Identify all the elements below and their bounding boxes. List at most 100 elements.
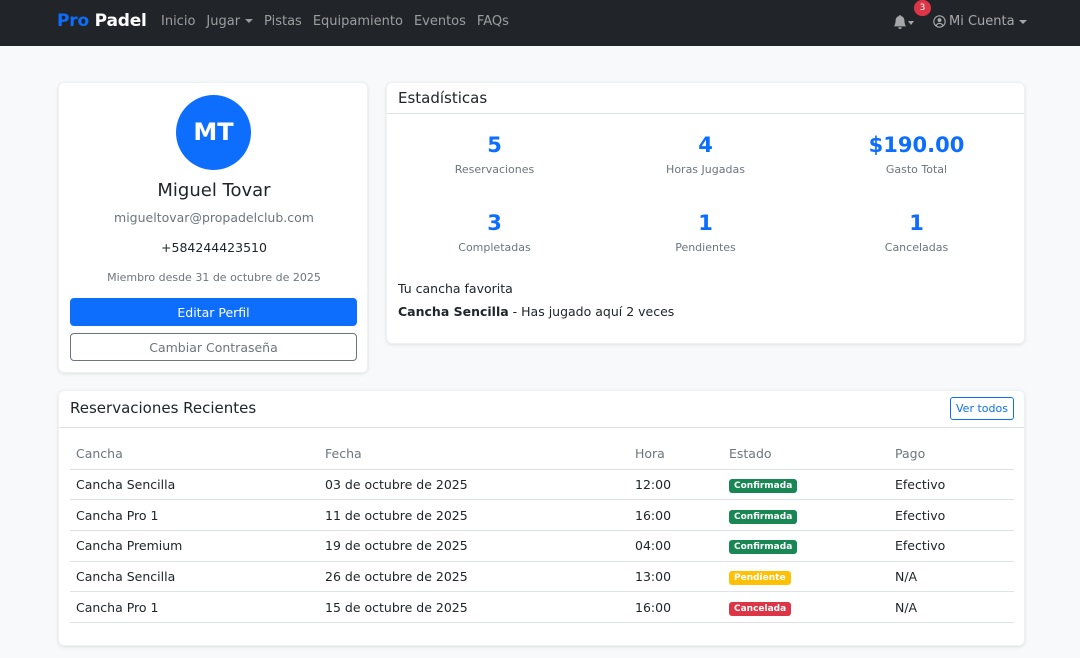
chevron-down-icon (1018, 19, 1027, 24)
cell-court: Cancha Sencilla (70, 561, 319, 593)
cell-status: Pendiente (723, 561, 889, 593)
chevron-down-icon (908, 21, 914, 25)
stat-label: Completadas (458, 241, 531, 254)
edit-profile-button[interactable]: Editar Perfil (70, 298, 357, 326)
cell-time: 16:00 (629, 499, 723, 531)
nav-link-jugar-label: Jugar (206, 14, 241, 29)
cell-court: Cancha Pro 1 (70, 591, 319, 623)
stat-value: $190.00 (868, 133, 965, 157)
avatar: MT (176, 95, 251, 170)
brand-logo[interactable]: Pro Padel (57, 11, 147, 31)
stat-value: 1 (909, 211, 924, 235)
table-header-row: Cancha Fecha Hora Estado Pago (70, 438, 1014, 470)
table-row: Cancha Sencilla 26 de octubre de 2025 13… (70, 561, 1014, 593)
stat-label: Pendientes (675, 241, 736, 254)
profile-email: migueltovar@propadelclub.com (114, 210, 314, 225)
cell-payment: Efectivo (889, 499, 1014, 531)
nav-link-faqs[interactable]: FAQs (477, 14, 509, 29)
profile-member-since: Miembro desde 31 de octubre de 2025 (107, 271, 321, 284)
stats-header: Estadísticas (387, 83, 1024, 114)
nav-link-jugar[interactable]: Jugar (206, 14, 254, 29)
stats-card: Estadísticas 5 Reservaciones 4 Horas Jug… (386, 82, 1025, 344)
cell-time: 16:00 (629, 591, 723, 623)
stat-completadas: 3 Completadas (389, 211, 600, 254)
table-row: Cancha Pro 1 11 de octubre de 2025 16:00… (70, 499, 1014, 531)
stat-horas-jugadas: 4 Horas Jugadas (600, 133, 811, 176)
notification-count-badge: 3 (914, 0, 931, 16)
favorite-court-name: Cancha Sencilla (398, 304, 509, 319)
brand-part-padel: Padel (94, 11, 147, 31)
cell-status: Confirmada (723, 469, 889, 501)
table-row: Cancha Premium 19 de octubre de 2025 04:… (70, 530, 1014, 562)
stat-value: 1 (698, 211, 713, 235)
brand-part-pro: Pro (57, 11, 89, 31)
table-row: Cancha Pro 1 15 de octubre de 2025 16:00… (70, 591, 1014, 623)
nav-link-eventos[interactable]: Eventos (414, 14, 466, 29)
navbar: Pro Padel Inicio Jugar Pistas Equipamien… (0, 0, 1080, 46)
cell-payment: Efectivo (889, 469, 1014, 501)
cell-time: 04:00 (629, 530, 723, 562)
cell-status: Confirmada (723, 499, 889, 531)
stat-value: 4 (698, 133, 713, 157)
stat-gasto-total: $190.00 Gasto Total (811, 133, 1022, 176)
cell-status: Cancelada (723, 591, 889, 623)
profile-name: Miguel Tovar (157, 180, 271, 201)
nav-link-equipamiento[interactable]: Equipamiento (313, 14, 403, 29)
status-badge: Pendiente (729, 570, 791, 585)
cell-date: 15 de octubre de 2025 (319, 591, 629, 623)
cell-court: Cancha Premium (70, 530, 319, 562)
stat-label: Gasto Total (885, 163, 948, 176)
table-row: Cancha Sencilla 03 de octubre de 2025 12… (70, 469, 1014, 501)
cell-payment: N/A (889, 591, 1014, 623)
column-header-cancha: Cancha (70, 438, 319, 470)
change-password-button[interactable]: Cambiar Contraseña (70, 333, 357, 361)
cell-time: 13:00 (629, 561, 723, 593)
stat-pendientes: 1 Pendientes (600, 211, 811, 254)
stat-value: 3 (487, 211, 502, 235)
nav-link-pistas[interactable]: Pistas (264, 14, 302, 29)
cell-court: Cancha Pro 1 (70, 499, 319, 531)
status-badge: Confirmada (729, 540, 798, 555)
stat-reservaciones: 5 Reservaciones (389, 133, 600, 176)
stat-label: Horas Jugadas (666, 163, 745, 176)
bell-icon (893, 15, 907, 29)
stat-canceladas: 1 Canceladas (811, 211, 1022, 254)
cell-court: Cancha Sencilla (70, 469, 319, 501)
reservations-title: Reservaciones Recientes (70, 399, 257, 417)
cell-date: 19 de octubre de 2025 (319, 530, 629, 562)
cell-time: 12:00 (629, 469, 723, 501)
reservations-table: Cancha Fecha Hora Estado Pago Cancha Sen… (70, 438, 1014, 623)
notifications-button[interactable] (893, 14, 917, 32)
user-circle-icon (933, 15, 946, 28)
nav-link-inicio[interactable]: Inicio (161, 14, 195, 29)
column-header-fecha: Fecha (319, 438, 629, 470)
column-header-hora: Hora (629, 438, 723, 470)
status-badge: Confirmada (729, 478, 798, 493)
cell-payment: Efectivo (889, 530, 1014, 562)
stats-title: Estadísticas (398, 89, 488, 107)
favorite-court-text: Cancha Sencilla - Has jugado aquí 2 vece… (398, 304, 674, 319)
cell-date: 03 de octubre de 2025 (319, 469, 629, 501)
cell-date: 11 de octubre de 2025 (319, 499, 629, 531)
status-badge: Cancelada (729, 601, 792, 616)
column-header-pago: Pago (889, 438, 1014, 470)
stat-value: 5 (487, 133, 502, 157)
cell-payment: N/A (889, 561, 1014, 593)
favorite-court-label: Tu cancha favorita (398, 281, 513, 296)
column-header-estado: Estado (723, 438, 889, 470)
view-all-button[interactable]: Ver todos (950, 397, 1014, 420)
nav-links: Inicio Jugar Pistas Equipamiento Eventos… (161, 14, 520, 29)
profile-phone: +584244423510 (161, 240, 267, 255)
profile-card: MT Miguel Tovar migueltovar@propadelclub… (58, 82, 368, 373)
cell-date: 26 de octubre de 2025 (319, 561, 629, 593)
cell-status: Confirmada (723, 530, 889, 562)
account-label: Mi Cuenta (949, 14, 1015, 29)
status-badge: Confirmada (729, 509, 798, 524)
favorite-court-detail: - Has jugado aquí 2 veces (508, 304, 675, 319)
chevron-down-icon (245, 19, 254, 23)
reservations-header: Reservaciones Recientes Ver todos (59, 391, 1024, 428)
stat-label: Canceladas (884, 241, 949, 254)
reservations-card: Reservaciones Recientes Ver todos Cancha… (58, 390, 1025, 646)
account-menu[interactable]: Mi Cuenta (933, 14, 1027, 29)
stat-label: Reservaciones (454, 163, 535, 176)
